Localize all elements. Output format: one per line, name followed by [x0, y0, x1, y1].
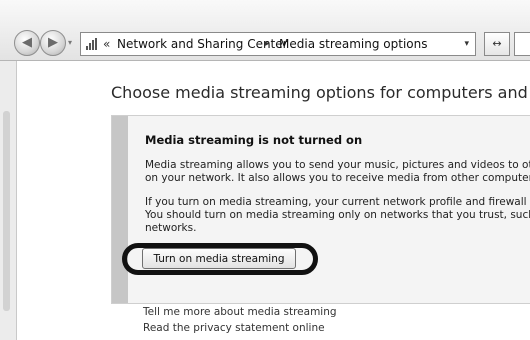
- description-line: on your network. It also allows you to r…: [145, 172, 530, 184]
- content-area: Choose media streaming options for compu…: [17, 61, 530, 340]
- link-privacy-statement[interactable]: Read the privacy statement online: [143, 322, 325, 334]
- forward-arrow-icon: ▶: [48, 35, 58, 50]
- navigation-bar: ◀ ▶ ▾ « Network and Sharing Center ▸ Med…: [0, 0, 530, 61]
- warning-line: networks.: [145, 222, 197, 234]
- status-panel: Media streaming is not turned on Media s…: [111, 115, 530, 304]
- warning-line: You should turn on media streaming only …: [145, 209, 530, 221]
- back-button[interactable]: ◀: [14, 30, 40, 56]
- warning-line: If you turn on media streaming, your cur…: [145, 196, 530, 208]
- refresh-icon: ↔: [492, 37, 502, 50]
- address-dropdown-icon[interactable]: ▾: [464, 33, 469, 55]
- breadcrumb-separator-icon[interactable]: ▸: [265, 33, 270, 55]
- panel-title: Media streaming is not turned on: [145, 133, 363, 147]
- search-box[interactable]: [514, 32, 530, 56]
- panel-accent-bar: [112, 116, 128, 303]
- refresh-button[interactable]: ↔: [484, 32, 510, 56]
- back-arrow-icon: ◀: [22, 35, 32, 50]
- recent-pages-dropdown-icon[interactable]: ▾: [68, 38, 72, 47]
- navigation-pane-edge: [0, 61, 17, 340]
- forward-button[interactable]: ▶: [40, 30, 66, 56]
- breadcrumb-network-and-sharing-center[interactable]: Network and Sharing Center: [117, 33, 288, 55]
- breadcrumb-media-streaming-options[interactable]: Media streaming options: [279, 33, 427, 55]
- explorer-window: ◀ ▶ ▾ « Network and Sharing Center ▸ Med…: [0, 0, 530, 340]
- scrollbar[interactable]: [3, 111, 10, 311]
- description-line: Media streaming allows you to send your …: [145, 159, 530, 171]
- link-tell-me-more[interactable]: Tell me more about media streaming: [143, 306, 337, 318]
- address-bar[interactable]: « Network and Sharing Center ▸ Media str…: [80, 32, 476, 56]
- page-title: Choose media streaming options for compu…: [111, 83, 530, 102]
- breadcrumb-overflow-icon[interactable]: «: [103, 33, 110, 55]
- turn-on-media-streaming-button[interactable]: Turn on media streaming: [142, 248, 296, 269]
- network-icon: [85, 38, 99, 50]
